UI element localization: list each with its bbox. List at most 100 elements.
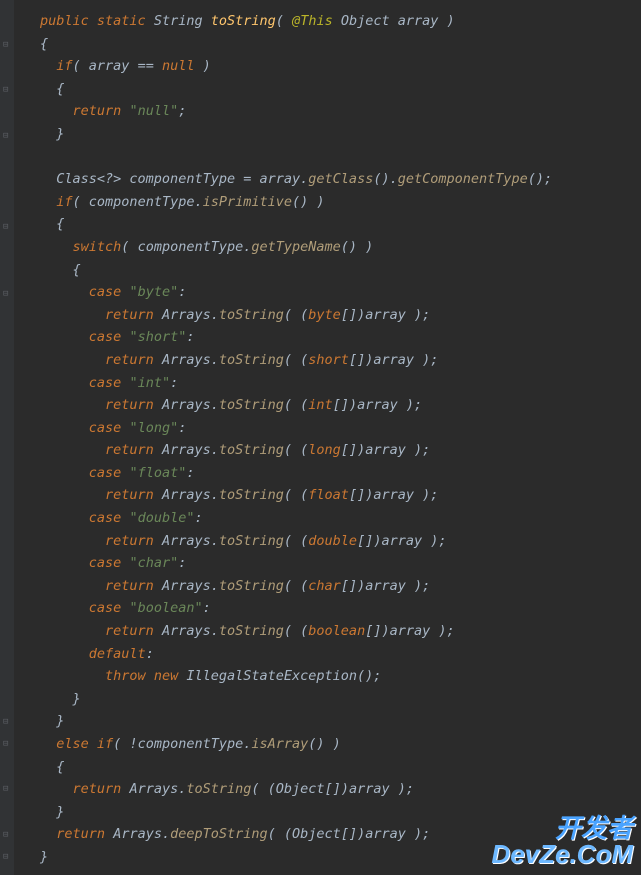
fold-marker-icon[interactable]: ⊟ xyxy=(3,290,12,299)
param: array xyxy=(398,13,439,29)
keyword: public xyxy=(40,13,89,29)
fold-marker-icon[interactable]: ⊟ xyxy=(3,41,12,50)
method-call: getClass xyxy=(308,171,373,187)
string: "short" xyxy=(129,329,186,345)
type: Class xyxy=(56,171,97,187)
type: Arrays xyxy=(162,623,211,639)
type: Arrays xyxy=(162,352,211,368)
cast-type: Object xyxy=(276,781,325,797)
method-call: getComponentType xyxy=(398,171,528,187)
method-call: isArray xyxy=(251,736,308,752)
keyword: return xyxy=(105,487,154,503)
keyword: return xyxy=(105,533,154,549)
identifier: array xyxy=(373,352,414,368)
cast-type: long xyxy=(308,442,341,458)
cast-type: int xyxy=(308,397,332,413)
identifier: array xyxy=(349,781,390,797)
fold-marker-icon[interactable]: ⊟ xyxy=(3,740,12,749)
identifier: array xyxy=(365,578,406,594)
type: Arrays xyxy=(162,442,211,458)
identifier: array xyxy=(89,58,130,74)
annotation: @This xyxy=(292,13,333,29)
keyword: case xyxy=(89,555,122,571)
type: String xyxy=(154,13,203,29)
identifier: array xyxy=(365,442,406,458)
fold-marker-icon[interactable]: ⊟ xyxy=(3,86,12,95)
identifier: componentType xyxy=(138,239,244,255)
string: "int" xyxy=(129,375,170,391)
keyword: new xyxy=(154,668,178,684)
keyword: case xyxy=(89,375,122,391)
identifier: componentType xyxy=(129,171,235,187)
keyword: case xyxy=(89,510,122,526)
cast-type: float xyxy=(308,487,349,503)
keyword: return xyxy=(105,578,154,594)
keyword: return xyxy=(105,307,154,323)
keyword: return xyxy=(73,103,122,119)
method-call: toString xyxy=(219,442,284,458)
method-call: toString xyxy=(219,487,284,503)
keyword: return xyxy=(105,352,154,368)
fold-marker-icon[interactable]: ⊟ xyxy=(3,223,12,232)
identifier: array xyxy=(381,533,422,549)
string: "float" xyxy=(129,465,186,481)
cast-type: double xyxy=(308,533,357,549)
method-call: getTypeName xyxy=(251,239,340,255)
keyword: return xyxy=(105,442,154,458)
cast-type: byte xyxy=(308,307,341,323)
string: "boolean" xyxy=(129,600,202,616)
fold-marker-icon[interactable]: ⊟ xyxy=(3,831,12,840)
identifier: array xyxy=(373,487,414,503)
string: "null" xyxy=(129,103,178,119)
type: Arrays xyxy=(162,533,211,549)
type: Arrays xyxy=(162,487,211,503)
identifier: array xyxy=(390,623,431,639)
keyword: else if xyxy=(56,736,113,752)
keyword: return xyxy=(56,826,105,842)
identifier: array xyxy=(365,826,406,842)
method-call: deepToString xyxy=(170,826,268,842)
string: "long" xyxy=(129,420,178,436)
code-editor[interactable]: ⊟ ⊟ ⊟ ⊟ ⊟ ⊟ ⊟ ⊟ ⊟ ⊟ public static String… xyxy=(0,0,641,875)
type: IllegalStateException xyxy=(186,668,357,684)
identifier: componentType xyxy=(138,736,244,752)
keyword: if xyxy=(56,194,72,210)
method-name: toString xyxy=(211,13,276,29)
fold-marker-icon[interactable]: ⊟ xyxy=(3,718,12,727)
method-call: toString xyxy=(219,578,284,594)
code-content[interactable]: public static String toString( @This Obj… xyxy=(14,0,552,875)
type: Arrays xyxy=(129,781,178,797)
keyword: case xyxy=(89,600,122,616)
keyword: default xyxy=(89,646,146,662)
method-call: toString xyxy=(186,781,251,797)
method-call: toString xyxy=(219,307,284,323)
string: "char" xyxy=(129,555,178,571)
type: Arrays xyxy=(113,826,162,842)
method-call: isPrimitive xyxy=(203,194,292,210)
keyword: null xyxy=(162,58,195,74)
fold-marker-icon[interactable]: ⊟ xyxy=(3,785,12,794)
fold-marker-icon[interactable]: ⊟ xyxy=(3,132,12,141)
string: "byte" xyxy=(129,284,178,300)
keyword: case xyxy=(89,284,122,300)
method-call: toString xyxy=(219,397,284,413)
fold-marker-icon[interactable]: ⊟ xyxy=(3,853,12,862)
cast-type: short xyxy=(308,352,349,368)
keyword: case xyxy=(89,465,122,481)
type: Object xyxy=(341,13,390,29)
keyword: return xyxy=(105,397,154,413)
identifier: array xyxy=(365,307,406,323)
cast-type: Object xyxy=(292,826,341,842)
keyword: throw xyxy=(105,668,146,684)
identifier: array xyxy=(260,171,301,187)
keyword: return xyxy=(105,623,154,639)
type: Arrays xyxy=(162,578,211,594)
method-call: toString xyxy=(219,352,284,368)
keyword: return xyxy=(73,781,122,797)
keyword: case xyxy=(89,329,122,345)
gutter: ⊟ ⊟ ⊟ ⊟ ⊟ ⊟ ⊟ ⊟ ⊟ ⊟ xyxy=(0,0,14,875)
method-call: toString xyxy=(219,623,284,639)
method-call: toString xyxy=(219,533,284,549)
keyword: static xyxy=(97,13,146,29)
keyword: case xyxy=(89,420,122,436)
